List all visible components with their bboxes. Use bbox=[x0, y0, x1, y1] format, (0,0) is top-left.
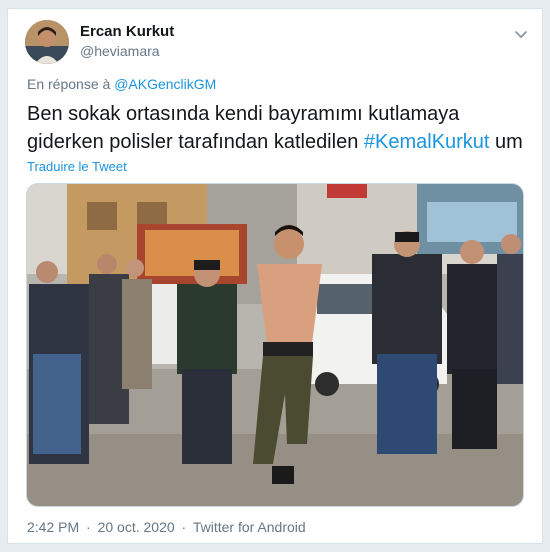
author-name[interactable]: Ercan Kurkut bbox=[80, 23, 174, 40]
tweet-photo[interactable] bbox=[26, 183, 524, 507]
author-handle[interactable]: @heviamara bbox=[80, 43, 160, 59]
tweet-text-tail: um bbox=[489, 131, 523, 153]
tweet-source[interactable]: Twitter for Android bbox=[193, 519, 306, 535]
tweet-card: Ercan Kurkut @heviamara En réponse à @AK… bbox=[7, 8, 543, 544]
tweet-date[interactable]: 20 oct. 2020 bbox=[98, 519, 175, 535]
meta-separator: · bbox=[86, 519, 91, 535]
reply-context: En réponse à @AKGenclikGM bbox=[27, 76, 216, 92]
hashtag-link[interactable]: #KemalKurkut bbox=[364, 131, 490, 153]
reply-prefix: En réponse à bbox=[27, 76, 111, 92]
chevron-down-icon[interactable] bbox=[513, 26, 529, 42]
tweet-time[interactable]: 2:42 PM bbox=[27, 519, 79, 535]
reply-mention-link[interactable]: @AKGenclikGM bbox=[114, 76, 216, 92]
avatar[interactable] bbox=[25, 20, 69, 64]
meta-separator: · bbox=[181, 519, 187, 535]
tweet-text: Ben sokak ortasında kendi bayramımı kutl… bbox=[27, 100, 532, 156]
tweet-meta: 2:42 PM · 20 oct. 2020 · Twitter for And… bbox=[27, 519, 309, 535]
translate-tweet-link[interactable]: Traduire le Tweet bbox=[27, 159, 127, 174]
